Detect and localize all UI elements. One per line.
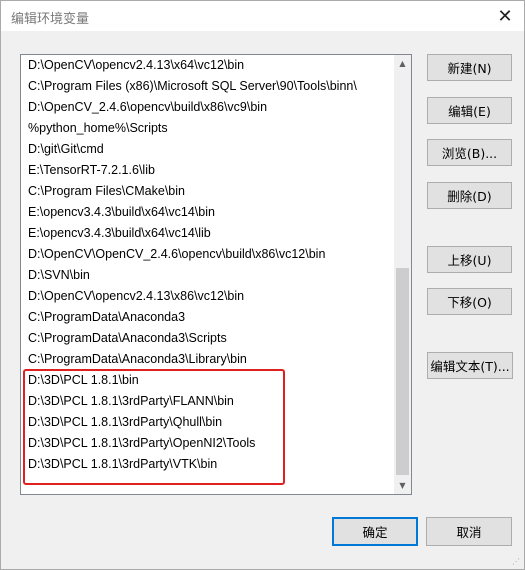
resize-grip-icon[interactable]: ⋰ — [512, 557, 522, 567]
edit-text-button[interactable]: 编辑文本(T)... — [427, 352, 513, 379]
delete-button[interactable]: 删除(D) — [427, 182, 512, 209]
path-list-item[interactable]: C:\ProgramData\Anaconda3\Scripts — [21, 328, 394, 349]
path-list-item[interactable]: D:\3D\PCL 1.8.1\3rdParty\VTK\bin — [21, 454, 394, 475]
scroll-down-arrow-icon[interactable]: ▼ — [394, 477, 411, 494]
new-button[interactable]: 新建(N) — [427, 54, 512, 81]
path-list-item[interactable]: D:\OpenCV\opencv2.4.13\x86\vc12\bin — [21, 286, 394, 307]
move-down-button[interactable]: 下移(O) — [427, 288, 512, 315]
vertical-scrollbar[interactable]: ▲ ▼ — [394, 55, 411, 494]
path-list-item[interactable]: D:\3D\PCL 1.8.1\3rdParty\Qhull\bin — [21, 412, 394, 433]
title-bar[interactable]: 编辑环境变量 ✕ — [1, 1, 524, 31]
path-list-item[interactable]: D:\OpenCV\opencv2.4.13\x64\vc12\bin — [21, 55, 394, 76]
close-icon[interactable]: ✕ — [490, 3, 520, 29]
path-list-item[interactable]: D:\git\Git\cmd — [21, 139, 394, 160]
window-title: 编辑环境变量 — [11, 12, 90, 27]
path-list-item[interactable]: D:\3D\PCL 1.8.1\3rdParty\OpenNI2\Tools — [21, 433, 394, 454]
path-list-item[interactable]: C:\Program Files\CMake\bin — [21, 181, 394, 202]
path-list-item[interactable]: C:\ProgramData\Anaconda3 — [21, 307, 394, 328]
scroll-thumb[interactable] — [396, 268, 409, 475]
path-list-item[interactable]: D:\OpenCV_2.4.6\opencv\build\x86\vc9\bin — [21, 97, 394, 118]
browse-button[interactable]: 浏览(B)... — [427, 139, 512, 166]
path-list-item[interactable]: C:\ProgramData\Anaconda3\Library\bin — [21, 349, 394, 370]
move-up-button[interactable]: 上移(U) — [427, 246, 512, 273]
path-list-item[interactable]: E:\TensorRT-7.2.1.6\lib — [21, 160, 394, 181]
path-list-item[interactable]: %python_home%\Scripts — [21, 118, 394, 139]
path-list-item[interactable]: D:\3D\PCL 1.8.1\bin — [21, 370, 394, 391]
path-list-item[interactable]: D:\OpenCV\OpenCV_2.4.6\opencv\build\x86\… — [21, 244, 394, 265]
path-list[interactable]: D:\OpenCV\opencv2.4.13\x64\vc12\bin C:\Pr… — [20, 54, 412, 495]
path-list-rows: D:\OpenCV\opencv2.4.13\x64\vc12\bin C:\Pr… — [21, 55, 394, 475]
edit-button[interactable]: 编辑(E) — [427, 97, 512, 124]
ok-button[interactable]: 确定 — [332, 517, 418, 546]
path-list-item[interactable]: E:\opencv3.4.3\build\x64\vc14\bin — [21, 202, 394, 223]
scroll-up-arrow-icon[interactable]: ▲ — [394, 55, 411, 72]
edit-env-variable-dialog: 编辑环境变量 ✕ D:\OpenCV\opencv2.4.13\x64\vc12… — [0, 0, 525, 570]
cancel-button[interactable]: 取消 — [426, 517, 512, 546]
path-list-item[interactable]: D:\3D\PCL 1.8.1\3rdParty\FLANN\bin — [21, 391, 394, 412]
path-list-item[interactable]: E:\opencv3.4.3\build\x64\vc14\lib — [21, 223, 394, 244]
path-list-item[interactable]: D:\SVN\bin — [21, 265, 394, 286]
path-list-item[interactable]: C:\Program Files (x86)\Microsoft SQL Ser… — [21, 76, 394, 97]
